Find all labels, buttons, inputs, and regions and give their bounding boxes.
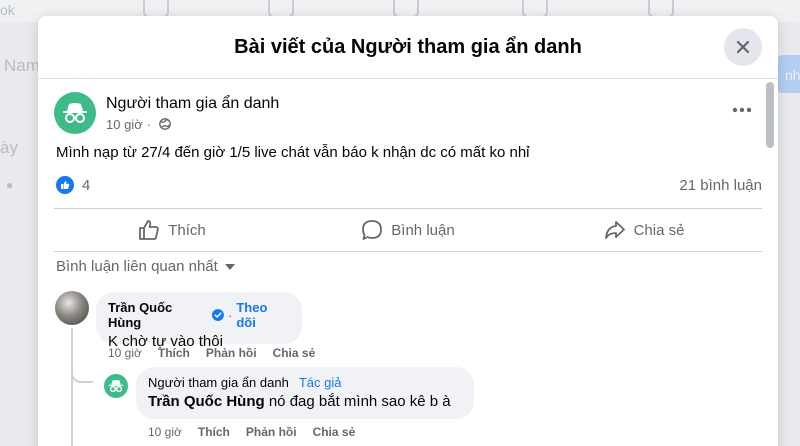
comment-sort-filter[interactable]: Bình luận liên quan nhất (56, 258, 236, 275)
modal-content[interactable]: Người tham gia ẩn danh 10 giờ · Mình nạp… (38, 80, 778, 446)
background-button-label: nhó (785, 67, 800, 83)
background-name-fragment: Nam (4, 56, 40, 75)
incognito-icon (108, 380, 124, 393)
post-author[interactable]: Người tham gia ẩn danh (106, 95, 279, 113)
thread-line (71, 328, 73, 446)
verified-badge-icon (212, 309, 225, 321)
reply-text-row: Trần Quốc Hùng nó đag bắt mình sao kê b … (148, 393, 462, 410)
author-badge: Tác giả (298, 375, 342, 390)
reply-like-link[interactable]: Thích (198, 425, 230, 439)
reply-author[interactable]: Người tham gia ẩn danh (148, 375, 289, 390)
background-day-fragment: ày (0, 138, 18, 157)
comment-button[interactable]: Bình luận (290, 209, 526, 251)
share-button-label: Chia sẻ (633, 221, 685, 239)
more-dots-icon (732, 107, 752, 113)
like-reaction-icon (56, 176, 74, 194)
globe-icon (159, 118, 171, 130)
comment-author[interactable]: Trần Quốc Hùng (108, 300, 208, 330)
comment-sort-label: Bình luận liên quan nhất (56, 258, 218, 275)
close-icon (736, 40, 750, 54)
comment-bubble: Trần Quốc Hùng · Theo dõi K chờ tự vào t… (96, 292, 302, 350)
comment-author-row: Trần Quốc Hùng · Theo dõi (108, 300, 290, 330)
share-button[interactable]: Chia sẻ (526, 209, 762, 251)
comment-time[interactable]: 10 giờ (108, 346, 142, 360)
reply-reply-link[interactable]: Phản hồi (246, 425, 297, 439)
incognito-icon (63, 103, 87, 123)
reply-text: nó đag bắt mình sao kê b à (268, 393, 451, 410)
thumbs-up-icon (139, 220, 159, 240)
caret-down-icon (224, 263, 235, 270)
modal-header: Bài viết của Người tham gia ẩn danh (38, 16, 778, 79)
reply-share-link[interactable]: Chia sẻ (313, 425, 356, 439)
comment-like-link[interactable]: Thích (158, 346, 190, 360)
like-button[interactable]: Thích (54, 209, 290, 251)
reply-connector (71, 365, 93, 383)
comment-count[interactable]: 21 bình luận (679, 177, 762, 194)
post-action-bar: Thích Bình luận Chia sẻ (54, 208, 762, 252)
reply-author-avatar[interactable] (104, 374, 128, 398)
background-search-fragment: ok (0, 2, 15, 18)
post-modal: Bài viết của Người tham gia ẩn danh Ngườ… (38, 16, 778, 446)
like-button-label: Thích (168, 221, 206, 239)
background-button: nhó (777, 55, 800, 93)
more-options-button[interactable] (724, 98, 760, 122)
anonymous-avatar[interactable] (54, 92, 96, 134)
commenter-avatar[interactable] (55, 291, 89, 325)
reply-bubble: Người tham gia ẩn danh Tác giả Trần Quốc… (136, 367, 474, 419)
reply-author-row: Người tham gia ẩn danh Tác giả (148, 375, 462, 390)
comment-button-label: Bình luận (391, 221, 455, 239)
reply-actions: 10 giờ Thích Phản hồi Chia sẻ (148, 425, 371, 439)
share-arrow-icon (604, 221, 625, 239)
post-time-row: 10 giờ · (106, 117, 279, 132)
comment-actions: 10 giờ Thích Phản hồi Chia sẻ (108, 346, 331, 360)
post-stats: 4 21 bình luận (56, 176, 762, 194)
separator-dot: · (228, 307, 233, 323)
reply-time[interactable]: 10 giờ (148, 425, 182, 439)
scrollbar[interactable] (766, 82, 774, 148)
comment-reply-link[interactable]: Phản hồi (206, 346, 257, 360)
follow-button[interactable]: Theo dõi (236, 300, 290, 330)
background-left-column (0, 22, 38, 446)
like-count: 4 (82, 176, 91, 194)
post-meta: Người tham gia ẩn danh 10 giờ · (106, 95, 279, 132)
reaction-summary[interactable]: 4 (56, 176, 90, 194)
post-text: Mình nạp từ 27/4 đến giờ 1/5 live chát v… (56, 144, 530, 161)
comment-share-link[interactable]: Chia sẻ (273, 346, 316, 360)
comment-bubble-icon (362, 220, 383, 240)
background-dot: ● (6, 178, 14, 192)
reply-mention[interactable]: Trần Quốc Hùng (148, 393, 265, 410)
modal-title: Bài viết của Người tham gia ẩn danh (234, 35, 582, 58)
separator-dot: · (146, 116, 152, 132)
post-header: Người tham gia ẩn danh 10 giờ · (54, 92, 279, 134)
post-time[interactable]: 10 giờ (106, 117, 143, 132)
close-button[interactable] (724, 28, 762, 66)
